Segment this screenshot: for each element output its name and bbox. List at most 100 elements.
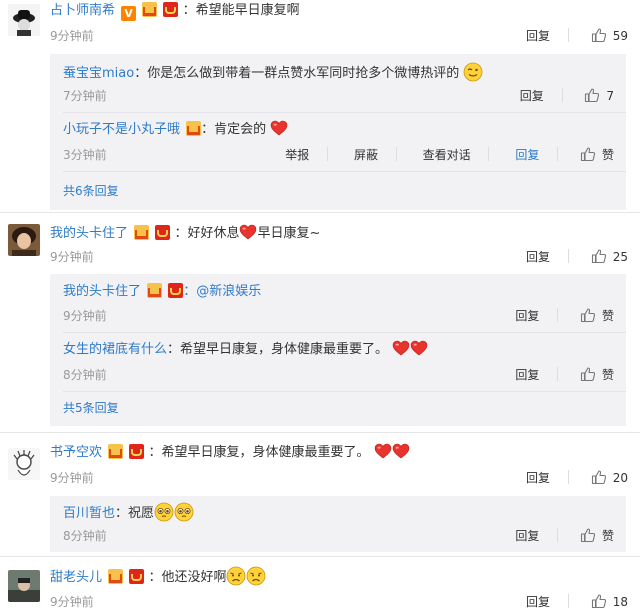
divider	[557, 528, 559, 542]
heart-emoji-icon	[392, 340, 410, 356]
report-button[interactable]: 举报	[285, 145, 309, 165]
reply-line: 小玩子不是小丸子哦 ：肯定会的	[63, 120, 288, 140]
comment-line: 我的头卡住了 ：好好休息 早日康复~	[50, 224, 320, 244]
like-count: 20	[612, 471, 628, 485]
fan-badge-icon	[163, 2, 179, 17]
comment-time: 9分钟前	[50, 29, 94, 43]
reply-actions: 回复 赞	[493, 306, 614, 326]
pleading-emoji-icon	[154, 502, 174, 522]
divider	[557, 367, 559, 381]
more-replies-link[interactable]: 共5条回复	[63, 398, 119, 418]
thumbs-up-icon	[580, 366, 596, 382]
comment-time: 9分钟前	[50, 471, 94, 485]
like-count: 18	[612, 595, 628, 609]
verified-badge-icon: V	[121, 6, 137, 21]
divider	[63, 112, 626, 113]
heart-emoji-icon	[374, 443, 392, 459]
avatar[interactable]	[8, 448, 40, 480]
divider	[327, 147, 329, 161]
reply-time: 7分钟前	[63, 89, 107, 103]
like-button[interactable]: 20	[591, 468, 628, 488]
like-button[interactable]: 赞	[580, 526, 614, 546]
comment-time: 9分钟前	[50, 595, 94, 609]
like-count: 7	[606, 89, 614, 103]
like-button[interactable]: 25	[591, 247, 628, 267]
member-crown-icon	[134, 225, 150, 240]
reply-time: 8分钟前	[63, 529, 107, 543]
reply-list: 我的头卡住了 ：@新浪娱乐 9分钟前 回复 赞 女生的裙底有什么：希望早日康复，…	[50, 274, 626, 426]
reply-button[interactable]: 回复	[526, 592, 550, 612]
member-crown-icon	[142, 2, 158, 17]
reply-list: 蚕宝宝miao：你是怎么做到带着一群点赞水军同时抢多个微博热评的 7分钟前 回复…	[50, 54, 626, 210]
reply-text: ：祝愿	[115, 506, 155, 521]
reply-button[interactable]: 回复	[526, 468, 550, 488]
like-count: 赞	[601, 529, 614, 543]
reply-button[interactable]: 回复	[515, 145, 539, 165]
like-button[interactable]: 7	[584, 86, 614, 106]
reply-time: 3分钟前	[63, 148, 107, 162]
reply-button[interactable]: 回复	[515, 526, 539, 546]
sad-emoji-icon	[246, 566, 266, 586]
divider	[567, 249, 569, 263]
more-replies-link[interactable]: 共6条回复	[63, 181, 119, 201]
reply-actions: 回复 赞	[493, 365, 614, 385]
reply-actions: 回复 赞	[493, 526, 614, 546]
like-count: 25	[612, 250, 628, 264]
comment-item: 甜老头儿 ：他还没好啊 9分钟前 回复 18	[0, 558, 640, 616]
mention-link[interactable]: ：@新浪娱乐	[183, 284, 261, 299]
username-link[interactable]: 甜老头儿	[50, 570, 102, 585]
reply-actions: 回复 7	[498, 86, 614, 106]
comment-text: ：好好休息	[174, 226, 240, 241]
like-button[interactable]: 59	[591, 26, 628, 46]
avatar[interactable]	[8, 4, 40, 36]
username-link[interactable]: 小玩子不是小丸子哦	[63, 122, 180, 137]
divider	[488, 147, 490, 161]
divider	[557, 308, 559, 322]
comment-item: 我的头卡住了 ：好好休息 早日康复~ 9分钟前 回复 25 我的头卡住了 ：@新浪…	[0, 218, 640, 432]
reply-button[interactable]: 回复	[520, 86, 544, 106]
like-button[interactable]: 赞	[580, 145, 614, 165]
reply-button[interactable]: 回复	[515, 306, 539, 326]
divider	[395, 147, 397, 161]
reply-button[interactable]: 回复	[526, 247, 550, 267]
comment-actions: 回复 25	[504, 247, 628, 267]
reply-line: 我的头卡住了 ：@新浪娱乐	[63, 282, 261, 302]
comment-item: 书予空欢 ：希望早日康复，身体健康最重要了。 9分钟前 回复 20 百川暂也：祝…	[0, 436, 640, 556]
username-link[interactable]: 我的头卡住了	[63, 284, 141, 299]
fan-badge-icon	[168, 283, 184, 298]
thumbs-up-icon	[591, 248, 607, 264]
like-button[interactable]: 赞	[580, 306, 614, 326]
avatar[interactable]	[8, 570, 40, 602]
member-crown-icon	[147, 283, 163, 298]
divider	[0, 212, 640, 213]
fan-badge-icon	[155, 225, 171, 240]
like-count: 赞	[601, 368, 614, 382]
view-conversation-button[interactable]: 查看对话	[423, 145, 471, 165]
thumbs-up-icon	[584, 87, 600, 103]
reply-button[interactable]: 回复	[526, 26, 550, 46]
comment-line: 占卜师南希 V ：希望能早日康复啊	[50, 1, 300, 21]
reply-line: 女生的裙底有什么：希望早日康复，身体健康最重要了。	[63, 340, 428, 360]
fan-badge-icon	[129, 444, 145, 459]
username-link[interactable]: 我的头卡住了	[50, 226, 128, 241]
username-link[interactable]: 百川暂也	[63, 506, 115, 521]
comment-text: 早日康复~	[257, 226, 321, 241]
block-button[interactable]: 屏蔽	[354, 145, 378, 165]
divider	[63, 332, 626, 333]
reply-line: 百川暂也：祝愿	[63, 502, 194, 522]
member-crown-icon	[108, 444, 124, 459]
reply-button[interactable]: 回复	[515, 365, 539, 385]
username-link[interactable]: 女生的裙底有什么	[63, 342, 167, 357]
divider	[63, 171, 626, 172]
divider	[63, 391, 626, 392]
thumbs-up-icon	[580, 307, 596, 323]
like-button[interactable]: 赞	[580, 365, 614, 385]
like-button[interactable]: 18	[591, 592, 628, 612]
username-link[interactable]: 书予空欢	[50, 445, 102, 460]
username-link[interactable]: 占卜师南希	[50, 3, 115, 18]
divider	[567, 470, 569, 484]
avatar[interactable]	[8, 224, 40, 256]
username-link[interactable]: 蚕宝宝miao	[63, 66, 134, 81]
comment-actions: 回复 59	[504, 26, 628, 46]
comment-actions: 回复 18	[504, 592, 628, 612]
